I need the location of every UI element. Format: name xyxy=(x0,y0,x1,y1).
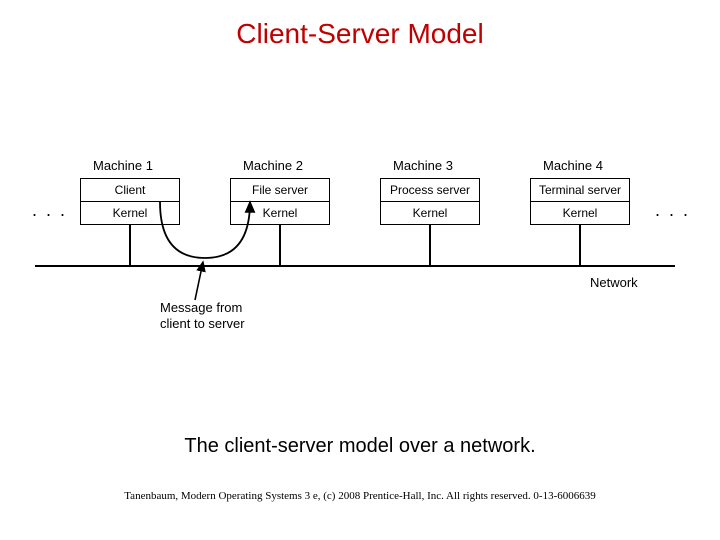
message-label: Message from client to server xyxy=(160,300,245,333)
slide-credit: Tanenbaum, Modern Operating Systems 3 e,… xyxy=(0,490,720,502)
message-curve xyxy=(160,202,250,258)
message-pointer xyxy=(195,262,203,300)
message-arrow-svg xyxy=(0,0,720,540)
message-label-line2: client to server xyxy=(160,316,245,331)
slide-caption: The client-server model over a network. xyxy=(0,435,720,458)
slide-stage: Client-Server Model . . . . . . Machine … xyxy=(0,0,720,540)
message-label-line1: Message from xyxy=(160,300,242,315)
